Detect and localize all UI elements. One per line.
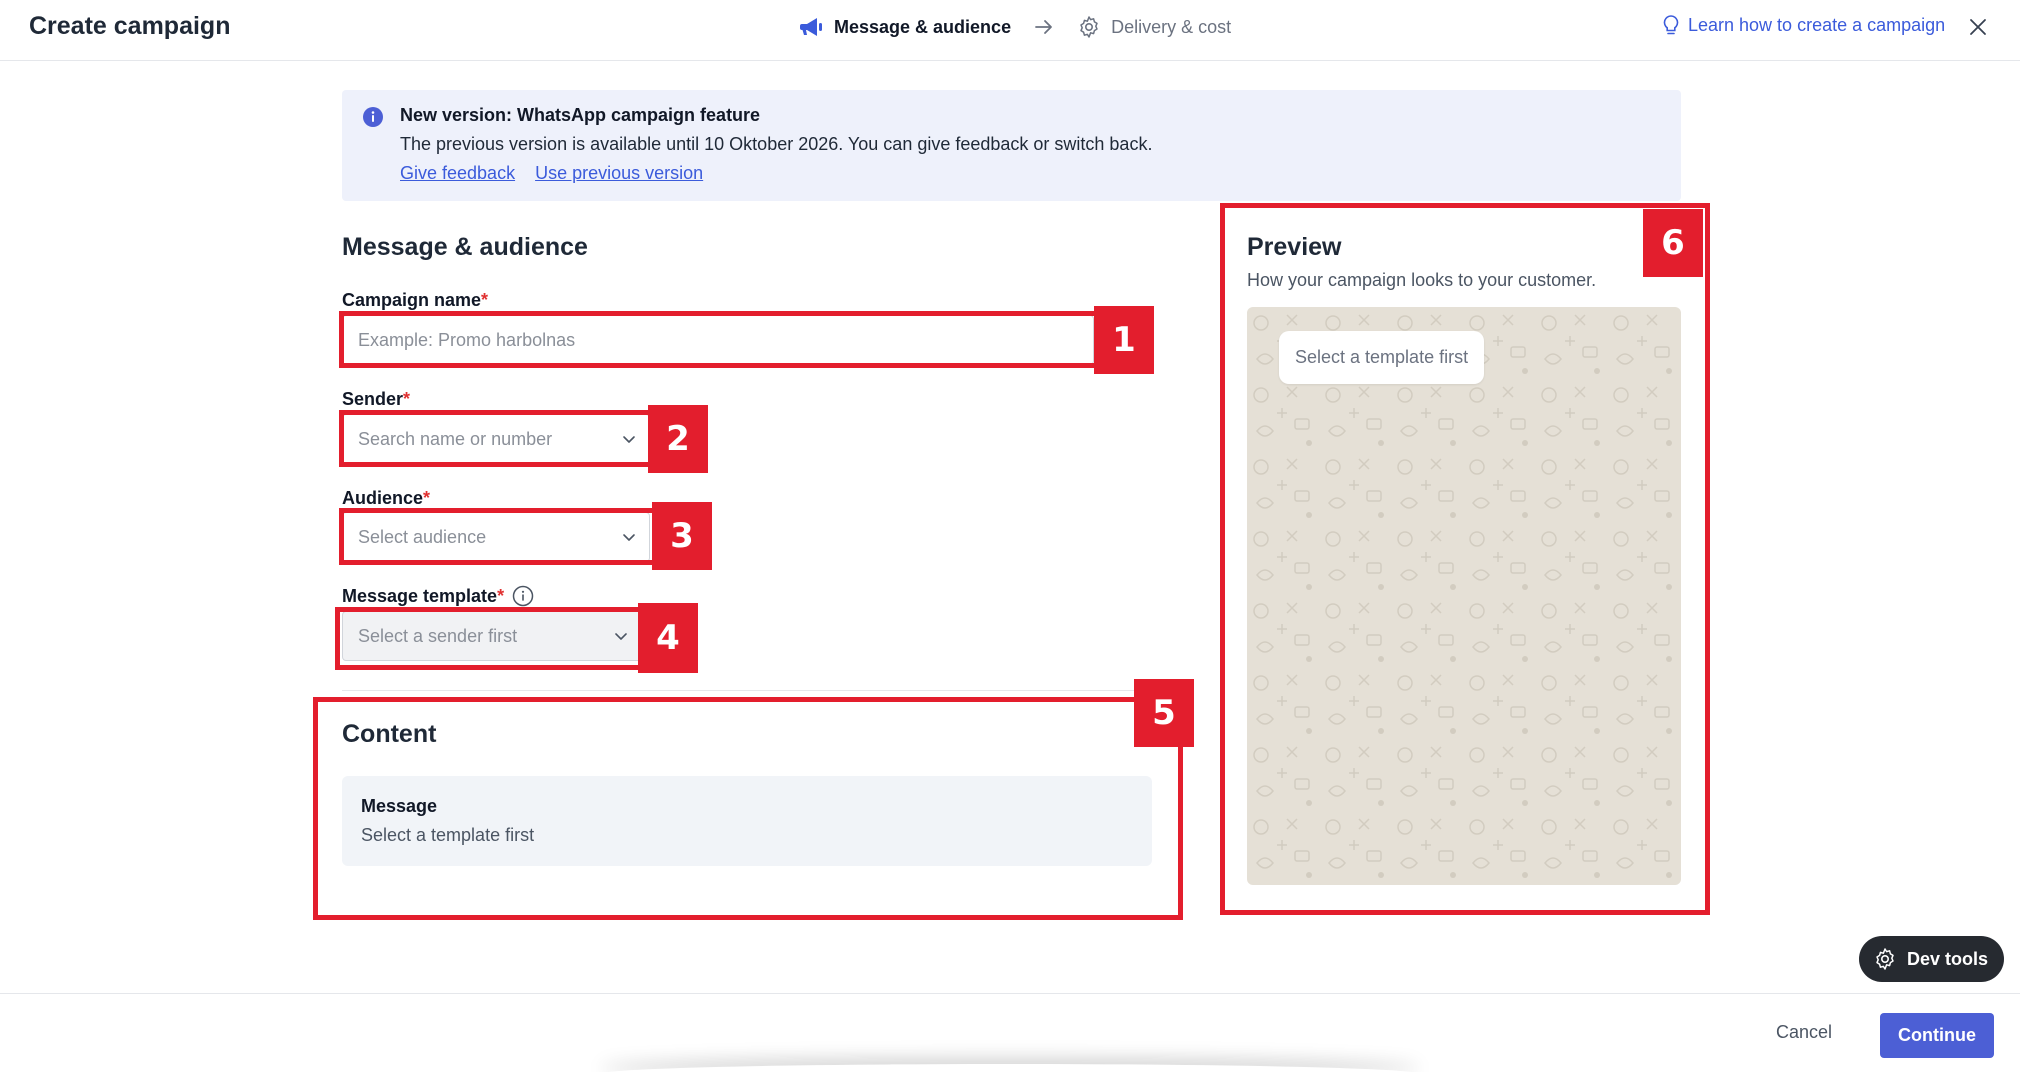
annotation-box-6 [1220,203,1710,915]
required-mark: * [403,389,411,409]
step-label: Delivery & cost [1111,16,1232,37]
annotation-box-2 [339,410,653,467]
close-icon [1970,19,1986,35]
gear-icon [1873,947,1897,971]
required-mark: * [481,290,489,310]
use-previous-version-link[interactable]: Use previous version [535,163,703,184]
campaign-name-label: Campaign name * [342,290,488,311]
top-header: Create campaign Message & audience Deliv… [0,0,2020,61]
annotation-box-3 [339,508,657,565]
required-mark: * [423,488,431,508]
annotation-number-6: 6 [1643,209,1703,277]
footer-bar [0,993,2020,1072]
section-divider [342,690,1153,691]
step-message-audience[interactable]: Message & audience [800,15,1011,39]
banner-text: The previous version is available until … [400,134,1153,154]
audience-label: Audience * [342,488,430,509]
label-text: Sender [342,389,404,409]
cancel-button[interactable]: Cancel [1776,1022,1832,1043]
annotation-number-5: 5 [1134,679,1194,747]
learn-how-link[interactable]: Learn how to create a campaign [1660,14,1945,36]
close-button[interactable] [1966,15,1990,39]
annotation-box-4 [335,607,643,670]
annotation-box-1 [339,311,1150,368]
step-label: Message & audience [834,16,1012,37]
sender-label: Sender * [342,389,410,410]
required-mark: * [497,585,505,606]
banner-title: New version: WhatsApp campaign feature [400,105,761,125]
message-template-label: Message template * [342,585,534,607]
lightbulb-icon [1660,14,1682,36]
dev-tools-label: Dev tools [1907,948,1989,969]
megaphone-icon [800,15,824,39]
annotation-number-2: 2 [648,405,708,473]
label-text: Campaign name [342,290,482,310]
arrow-right-icon [1033,16,1055,38]
annotation-number-4: 4 [638,603,698,673]
section-title-message-audience: Message & audience [342,233,588,261]
gear-icon [1077,15,1101,39]
info-icon [363,107,383,127]
step-delivery-cost[interactable]: Delivery & cost [1077,15,1231,39]
new-version-banner: New version: WhatsApp campaign feature T… [342,90,1681,201]
page-title: Create campaign [29,12,231,40]
annotation-number-1: 1 [1094,306,1154,374]
banner-links: Give feedback Use previous version [400,163,703,184]
continue-button[interactable]: Continue [1880,1013,1994,1058]
label-text: Audience [342,488,424,508]
dev-tools-button[interactable]: Dev tools [1859,936,2004,982]
learn-link-label: Learn how to create a campaign [1688,14,1946,35]
give-feedback-link[interactable]: Give feedback [400,163,515,184]
info-circle-icon[interactable] [512,585,534,607]
step-indicator: Message & audience Delivery & cost [800,14,1231,40]
annotation-box-5 [313,697,1183,920]
label-text: Message template [342,585,498,606]
annotation-number-3: 3 [652,502,712,570]
